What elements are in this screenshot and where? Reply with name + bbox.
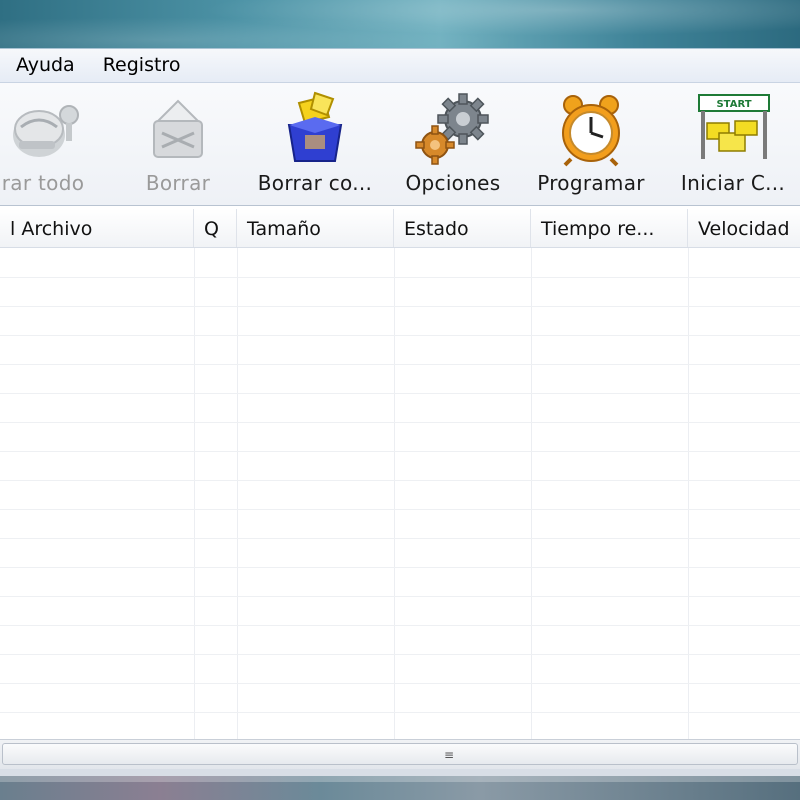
delete-completed-button[interactable]: Borrar co... (250, 83, 380, 205)
download-manager-window: Ayuda Registro rar todo Borrar Borrar co… (0, 48, 800, 776)
table-row (0, 277, 800, 307)
delete-icon (153, 99, 203, 158)
gears-icon (415, 93, 489, 165)
table-row (0, 683, 800, 713)
delete-completed-icon (287, 91, 343, 162)
menu-bar: Ayuda Registro (0, 49, 800, 83)
status-bar (0, 769, 800, 776)
table-row (0, 625, 800, 655)
svg-text:START: START (716, 99, 751, 110)
table-row (0, 509, 800, 539)
table-row (0, 306, 800, 336)
horizontal-scrollbar[interactable]: ≡ (0, 739, 800, 770)
column-header-file-name[interactable]: l Archivo (0, 209, 194, 247)
desktop-background (0, 0, 800, 50)
column-header-size[interactable]: Tamaño (237, 209, 394, 247)
table-row (0, 596, 800, 626)
table-header: l Archivo Q Tamaño Estado Tiempo re... V… (0, 209, 800, 248)
column-header-q[interactable]: Q (194, 209, 237, 247)
column-header-time-remaining[interactable]: Tiempo re... (531, 209, 688, 247)
table-row (0, 393, 800, 423)
table-row (0, 567, 800, 597)
table-row (0, 422, 800, 452)
delete-label: Borrar (145, 171, 211, 195)
delete-all-button[interactable]: rar todo (0, 83, 108, 205)
schedule-label: Programar (537, 171, 645, 195)
table-row (0, 248, 800, 278)
menu-item-registro[interactable]: Registro (89, 49, 195, 82)
table-row (0, 712, 800, 742)
schedule-button[interactable]: Programar (526, 83, 656, 205)
table-row (0, 538, 800, 568)
delete-all-icon (13, 105, 79, 157)
table-row (0, 451, 800, 481)
table-row (0, 335, 800, 365)
delete-button[interactable]: Borrar (118, 83, 238, 205)
start-queue-button[interactable]: START Iniciar C... (668, 83, 798, 205)
table-row (0, 364, 800, 394)
table-row (0, 654, 800, 684)
start-queue-label: Iniciar C... (680, 171, 786, 195)
start-queue-icon: START (698, 94, 770, 159)
taskbar (0, 776, 800, 800)
downloads-table[interactable]: l Archivo Q Tamaño Estado Tiempo re... V… (0, 209, 800, 742)
table-body (0, 248, 800, 742)
delete-all-label: rar todo (1, 171, 85, 195)
scrollbar-grip: ≡ (444, 748, 456, 762)
alarm-clock-icon (562, 95, 620, 167)
scrollbar-thumb[interactable]: ≡ (2, 743, 798, 765)
column-header-speed[interactable]: Velocidad (688, 209, 800, 247)
toolbar: rar todo Borrar Borrar co... Opciones Pr… (0, 83, 800, 206)
options-label: Opciones (405, 171, 501, 195)
options-button[interactable]: Opciones (392, 83, 514, 205)
delete-completed-label: Borrar co... (257, 171, 373, 195)
table-row (0, 480, 800, 510)
column-header-status[interactable]: Estado (394, 209, 531, 247)
menu-item-ayuda[interactable]: Ayuda (0, 49, 89, 82)
